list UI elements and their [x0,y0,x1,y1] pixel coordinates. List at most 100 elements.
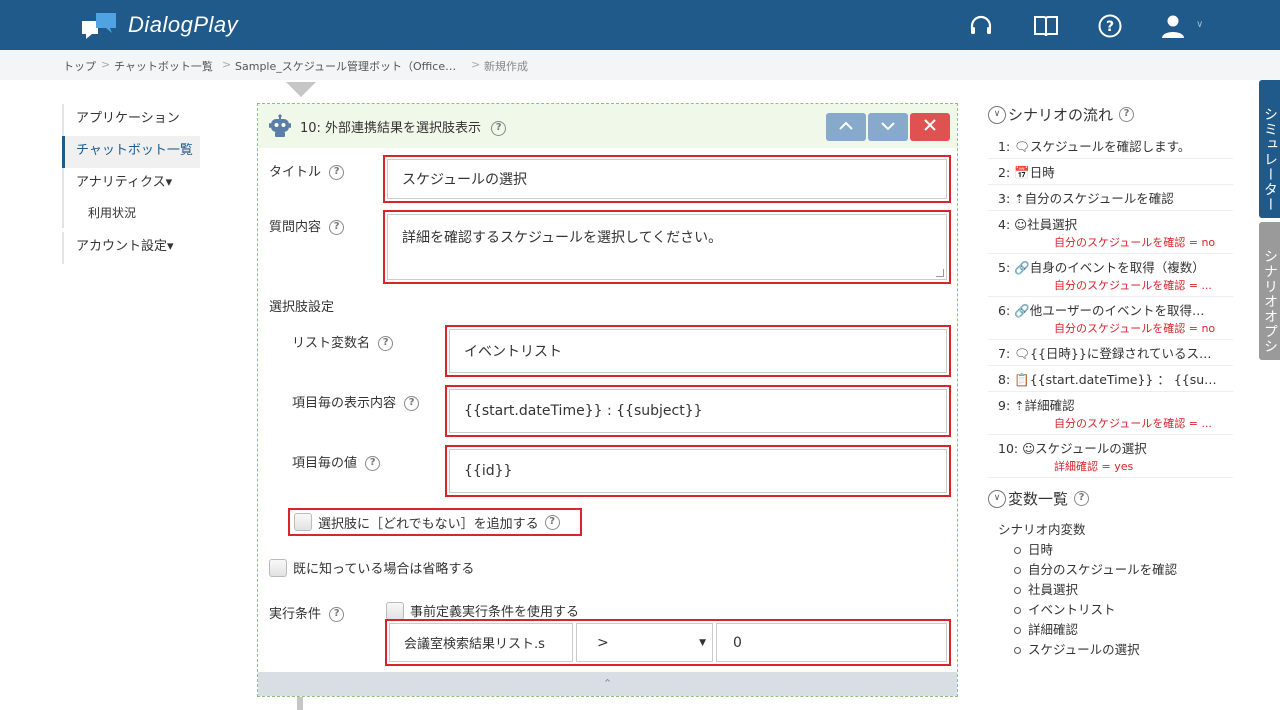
collapse-chevron-icon: ⌃ [602,677,613,690]
condition-operator-value: > [597,634,609,651]
sidebar-item-account[interactable]: アカウント設定▾ [62,232,200,264]
question-textarea[interactable]: 詳細を確認するスケジュールを選択してください。 [387,214,947,280]
title-field-highlight: スケジュールの選択 [383,155,951,203]
sidebar-item-applications[interactable]: アプリケーション [62,104,200,136]
flow-item-condition: 自分のスケジュールを確認 = no [1054,322,1216,335]
condition-value-input[interactable]: 0 [716,623,947,662]
variables-heading[interactable]: ∨ 変数一覧 ? [988,488,1233,509]
flow-item[interactable]: 2: 📅日時 [988,159,1233,185]
collapse-circle-icon[interactable]: ∨ [988,489,1006,508]
flow-item[interactable]: 3: ⇡自分のスケジュールを確認 [988,185,1233,211]
logo[interactable]: DialogPlay [82,11,238,39]
user-icon[interactable] [1160,13,1186,39]
display-input[interactable]: {{start.dateTime}} : {{subject}} [449,389,947,433]
help-icon[interactable]: ? [329,607,345,622]
help-icon[interactable]: ? [404,396,420,411]
help-icon[interactable]: ? [329,220,345,235]
variable-item: スケジュールの選択 [1014,640,1233,660]
flow-item-condition: 自分のスケジュールを確認 = no [1054,236,1216,249]
flow-item[interactable]: 7: 🗨{{日時}}に登録されているス… [988,340,1233,366]
value-label-text: 項目毎の値 [292,456,358,471]
flow-item-text: 9: ⇡詳細確認 [998,398,1075,413]
sidebar-item-analytics[interactable]: アナリティクス▾ [62,168,200,200]
chevron-right-icon: > [471,58,481,71]
help-icon[interactable]: ? [1074,491,1090,506]
node-editor-panel: 10: 外部連携結果を選択肢表示 ? タイトル ? スケジュールの選択 質問内容… [257,103,958,697]
add-none-highlight: 選択肢に［どれでもない］を追加する ? [288,508,582,536]
flow-item-text: 8: 📋{{start.dateTime}} ： {{su… [998,372,1217,387]
question-label: 質問内容 ? [269,216,345,235]
book-icon[interactable] [1033,13,1059,39]
skip-known-label: 既に知っている場合は省略する [293,562,475,577]
move-down-button[interactable] [868,113,908,141]
help-icon[interactable]: ? [544,514,560,530]
variable-item: 社員選択 [1014,580,1233,600]
app-header: DialogPlay ? ∨ [0,0,1280,50]
exec-cond-label-text: 実行条件 [269,607,322,622]
flow-item[interactable]: 6: 🔗他ユーザーのイベントを取得… 自分のスケジュールを確認 = no [988,297,1233,340]
flow-item[interactable]: 10: ☺スケジュールの選択 詳細確認 = yes [988,435,1233,478]
title-input[interactable]: スケジュールの選択 [387,159,947,199]
list-var-input[interactable]: イベントリスト [449,329,947,373]
question-text: 詳細を確認するスケジュールを選択してください。 [402,230,723,246]
node-editor-header: 10: 外部連携結果を選択肢表示 ? [258,104,957,148]
app-name: DialogPlay [128,12,239,37]
add-none-checkbox[interactable] [294,513,312,531]
flow-item[interactable]: 9: ⇡詳細確認 自分のスケジュールを確認 = ... [988,392,1233,435]
variables-heading-text: 変数一覧 [1008,490,1069,508]
svg-text:?: ? [1106,19,1114,35]
flow-item[interactable]: 1: 🗨スケジュールを確認します。 [988,133,1233,159]
dropdown-arrow-icon: ▼ [699,637,706,648]
breadcrumb-current: 新規作成 [484,60,528,73]
resize-handle-icon[interactable] [936,269,944,277]
help-icon[interactable]: ? [491,121,507,136]
breadcrumb-bot[interactable]: Sample_スケジュール管理ボット（Office… [235,58,463,74]
flow-item-text: 5: 🔗自身のイベントを取得（複数） [998,260,1205,275]
list-var-highlight: イベントリスト [445,325,951,377]
close-icon [924,119,936,131]
value-input[interactable]: {{id}} [449,449,947,493]
flow-item[interactable]: 8: 📋{{start.dateTime}} ： {{su… [988,366,1233,392]
flow-heading-text: シナリオの流れ [1008,106,1114,124]
condition-operator-select[interactable]: > ▼ [576,623,713,662]
question-label-text: 質問内容 [269,220,322,235]
help-icon[interactable]: ? [1119,107,1135,122]
variable-item: イベントリスト [1014,600,1233,620]
flow-item[interactable]: 4: ☺社員選択 自分のスケジュールを確認 = no [988,211,1233,254]
display-label-text: 項目毎の表示内容 [292,396,397,411]
chevron-right-icon: > [222,58,232,71]
title-label-text: タイトル [269,165,322,180]
sidebar-item-usage[interactable]: 利用状況 [62,200,200,228]
robot-icon [269,114,291,137]
help-icon[interactable]: ? [378,336,394,351]
flow-item-text: 3: ⇡自分のスケジュールを確認 [998,191,1174,206]
condition-variable-input[interactable]: 会議室検索結果リスト.s [389,623,573,662]
flow-item[interactable]: 5: 🔗自身のイベントを取得（複数） 自分のスケジュールを確認 = ... [988,254,1233,297]
help-icon[interactable]: ? [1097,13,1123,39]
help-icon[interactable]: ? [365,456,381,471]
simulator-tab[interactable]: シミュレーター [1259,80,1280,218]
collapse-circle-icon[interactable]: ∨ [988,105,1006,124]
chevron-down-icon[interactable]: ∨ [1196,19,1203,30]
help-icon[interactable]: ? [329,165,345,180]
variable-item: 詳細確認 [1014,620,1233,640]
breadcrumb-top[interactable]: トップ [63,58,96,74]
delete-node-button[interactable] [910,113,950,141]
skip-known-checkbox[interactable] [269,558,287,577]
sidebar-item-chatbots[interactable]: チャットボット一覧 [62,136,200,168]
predefined-label: 事前定義実行条件を使用する [410,605,580,620]
value-highlight: {{id}} [445,445,951,497]
breadcrumb: トップ > チャットボット一覧 > Sample_スケジュール管理ボット（Off… [0,50,1280,80]
right-panel: ∨ シナリオの流れ ? 1: 🗨スケジュールを確認します。 2: 📅日時 3: … [988,104,1233,660]
chat-logo-icon [82,13,116,39]
scenario-options-tab[interactable]: シナリオオプション [1242,222,1280,360]
flow-item-text: 1: 🗨スケジュールを確認します。 [998,139,1191,154]
headset-icon[interactable] [968,13,994,39]
flow-heading[interactable]: ∨ シナリオの流れ ? [988,104,1233,125]
collapse-bar[interactable]: ⌃ [258,672,957,696]
breadcrumb-chatbot-list[interactable]: チャットボット一覧 [114,58,213,74]
node-title: 10: 外部連携結果を選択肢表示 ? [300,117,507,136]
flow-item-condition: 詳細確認 = yes [1054,460,1134,473]
move-up-button[interactable] [826,113,866,141]
predefined-checkbox[interactable] [386,601,404,620]
